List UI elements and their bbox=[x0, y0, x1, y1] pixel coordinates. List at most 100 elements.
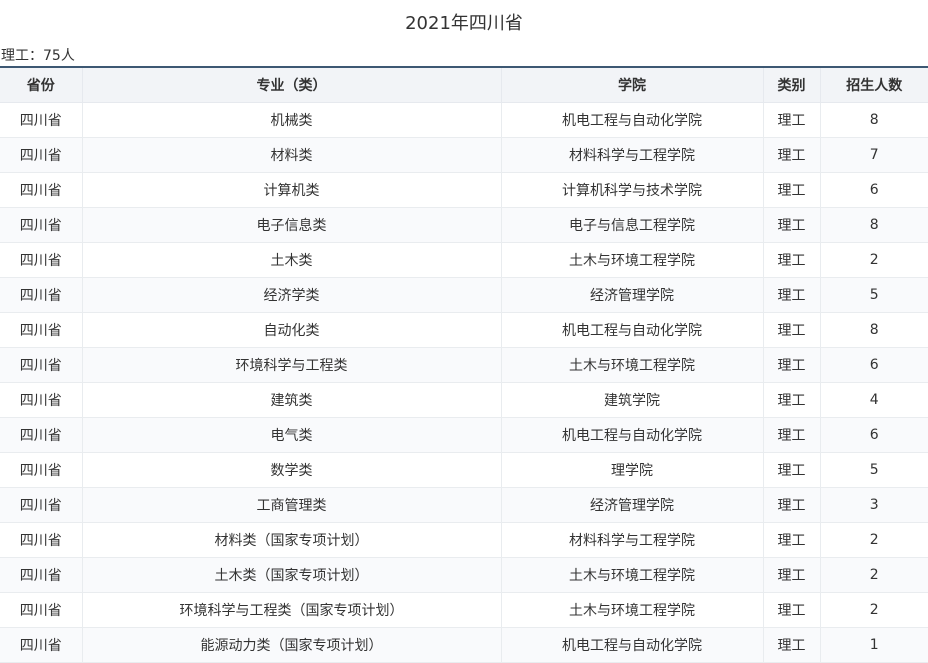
cell-college: 机电工程与自动化学院 bbox=[501, 312, 764, 348]
table-row: 四川省 计算机类 计算机科学与技术学院 理工 6 bbox=[0, 172, 928, 208]
cell-college: 电子与信息工程学院 bbox=[501, 207, 764, 243]
header-major: 专业（类） bbox=[82, 68, 502, 103]
cell-province: 四川省 bbox=[0, 207, 83, 243]
cell-major: 经济学类 bbox=[82, 277, 502, 313]
cell-province: 四川省 bbox=[0, 592, 83, 628]
cell-province: 四川省 bbox=[0, 242, 83, 278]
cell-province: 四川省 bbox=[0, 137, 83, 173]
enrollment-table-container: 省份 专业（类） 学院 类别 招生人数 四川省 机械类 机电工程与自动化学院 理工 8 四… bbox=[0, 66, 928, 663]
cell-college: 经济管理学院 bbox=[501, 487, 764, 523]
cell-category: 理工 bbox=[763, 347, 821, 383]
cell-category: 理工 bbox=[763, 627, 821, 663]
cell-enrollment: 1 bbox=[820, 627, 928, 663]
cell-enrollment: 8 bbox=[820, 102, 928, 138]
cell-province: 四川省 bbox=[0, 102, 83, 138]
cell-province: 四川省 bbox=[0, 417, 83, 453]
cell-province: 四川省 bbox=[0, 172, 83, 208]
cell-province: 四川省 bbox=[0, 312, 83, 348]
cell-province: 四川省 bbox=[0, 452, 83, 488]
cell-province: 四川省 bbox=[0, 277, 83, 313]
cell-province: 四川省 bbox=[0, 522, 83, 558]
cell-province: 四川省 bbox=[0, 557, 83, 593]
cell-major: 自动化类 bbox=[82, 312, 502, 348]
table-row: 四川省 电子信息类 电子与信息工程学院 理工 8 bbox=[0, 207, 928, 243]
cell-enrollment: 3 bbox=[820, 487, 928, 523]
cell-major: 机械类 bbox=[82, 102, 502, 138]
cell-college: 土木与环境工程学院 bbox=[501, 242, 764, 278]
page-title: 2021年四川省 bbox=[405, 13, 523, 34]
cell-major: 建筑类 bbox=[82, 382, 502, 418]
cell-province: 四川省 bbox=[0, 347, 83, 383]
cell-enrollment: 5 bbox=[820, 277, 928, 313]
cell-province: 四川省 bbox=[0, 487, 83, 523]
cell-category: 理工 bbox=[763, 137, 821, 173]
table-row: 四川省 电气类 机电工程与自动化学院 理工 6 bbox=[0, 417, 928, 453]
table-row: 四川省 土木类 土木与环境工程学院 理工 2 bbox=[0, 242, 928, 278]
cell-category: 理工 bbox=[763, 522, 821, 558]
cell-category: 理工 bbox=[763, 487, 821, 523]
cell-category: 理工 bbox=[763, 172, 821, 208]
cell-category: 理工 bbox=[763, 207, 821, 243]
cell-college: 机电工程与自动化学院 bbox=[501, 102, 764, 138]
cell-category: 理工 bbox=[763, 592, 821, 628]
table-row: 四川省 自动化类 机电工程与自动化学院 理工 8 bbox=[0, 312, 928, 348]
cell-major: 电气类 bbox=[82, 417, 502, 453]
cell-major: 数学类 bbox=[82, 452, 502, 488]
cell-major: 电子信息类 bbox=[82, 207, 502, 243]
table-row: 四川省 工商管理类 经济管理学院 理工 3 bbox=[0, 487, 928, 523]
cell-category: 理工 bbox=[763, 382, 821, 418]
cell-college: 机电工程与自动化学院 bbox=[501, 417, 764, 453]
cell-college: 计算机科学与技术学院 bbox=[501, 172, 764, 208]
cell-province: 四川省 bbox=[0, 627, 83, 663]
cell-enrollment: 6 bbox=[820, 417, 928, 453]
table-row: 四川省 土木类（国家专项计划） 土木与环境工程学院 理工 2 bbox=[0, 557, 928, 593]
table-body: 四川省 机械类 机电工程与自动化学院 理工 8 四川省 材料类 材料科学与工程学院 理工 7 四川省… bbox=[0, 102, 928, 663]
cell-enrollment: 2 bbox=[820, 557, 928, 593]
cell-major: 土木类 bbox=[82, 242, 502, 278]
cell-category: 理工 bbox=[763, 277, 821, 313]
table-row: 四川省 数学类 理学院 理工 5 bbox=[0, 452, 928, 488]
header-enrollment: 招生人数 bbox=[820, 68, 928, 103]
cell-enrollment: 2 bbox=[820, 522, 928, 558]
cell-category: 理工 bbox=[763, 417, 821, 453]
table-header-row: 省份 专业（类） 学院 类别 招生人数 bbox=[0, 68, 928, 103]
cell-enrollment: 6 bbox=[820, 172, 928, 208]
cell-college: 建筑学院 bbox=[501, 382, 764, 418]
cell-major: 计算机类 bbox=[82, 172, 502, 208]
table-row: 四川省 经济学类 经济管理学院 理工 5 bbox=[0, 277, 928, 313]
table-row: 四川省 材料类 材料科学与工程学院 理工 7 bbox=[0, 137, 928, 173]
table-row: 四川省 机械类 机电工程与自动化学院 理工 8 bbox=[0, 102, 928, 138]
cell-college: 土木与环境工程学院 bbox=[501, 557, 764, 593]
cell-college: 经济管理学院 bbox=[501, 277, 764, 313]
cell-college: 土木与环境工程学院 bbox=[501, 347, 764, 383]
cell-college: 机电工程与自动化学院 bbox=[501, 627, 764, 663]
cell-major: 土木类（国家专项计划） bbox=[82, 557, 502, 593]
cell-category: 理工 bbox=[763, 242, 821, 278]
cell-enrollment: 2 bbox=[820, 592, 928, 628]
cell-major: 环境科学与工程类 bbox=[82, 347, 502, 383]
cell-enrollment: 2 bbox=[820, 242, 928, 278]
enrollment-table: 省份 专业（类） 学院 类别 招生人数 四川省 机械类 机电工程与自动化学院 理工 8 四… bbox=[0, 68, 928, 663]
table-row: 四川省 环境科学与工程类（国家专项计划） 土木与环境工程学院 理工 2 bbox=[0, 592, 928, 628]
cell-college: 土木与环境工程学院 bbox=[501, 592, 764, 628]
cell-category: 理工 bbox=[763, 102, 821, 138]
cell-enrollment: 4 bbox=[820, 382, 928, 418]
cell-province: 四川省 bbox=[0, 382, 83, 418]
header-college: 学院 bbox=[501, 68, 764, 103]
header-category: 类别 bbox=[763, 68, 821, 103]
cell-major: 工商管理类 bbox=[82, 487, 502, 523]
header-province: 省份 bbox=[0, 68, 83, 103]
cell-category: 理工 bbox=[763, 452, 821, 488]
table-row: 四川省 材料类（国家专项计划） 材料科学与工程学院 理工 2 bbox=[0, 522, 928, 558]
cell-major: 材料类 bbox=[82, 137, 502, 173]
cell-enrollment: 7 bbox=[820, 137, 928, 173]
cell-enrollment: 6 bbox=[820, 347, 928, 383]
table-row: 四川省 能源动力类（国家专项计划） 机电工程与自动化学院 理工 1 bbox=[0, 627, 928, 663]
cell-enrollment: 8 bbox=[820, 312, 928, 348]
cell-enrollment: 8 bbox=[820, 207, 928, 243]
cell-college: 理学院 bbox=[501, 452, 764, 488]
cell-college: 材料科学与工程学院 bbox=[501, 522, 764, 558]
cell-major: 环境科学与工程类（国家专项计划） bbox=[82, 592, 502, 628]
cell-enrollment: 5 bbox=[820, 452, 928, 488]
table-row: 四川省 环境科学与工程类 土木与环境工程学院 理工 6 bbox=[0, 347, 928, 383]
